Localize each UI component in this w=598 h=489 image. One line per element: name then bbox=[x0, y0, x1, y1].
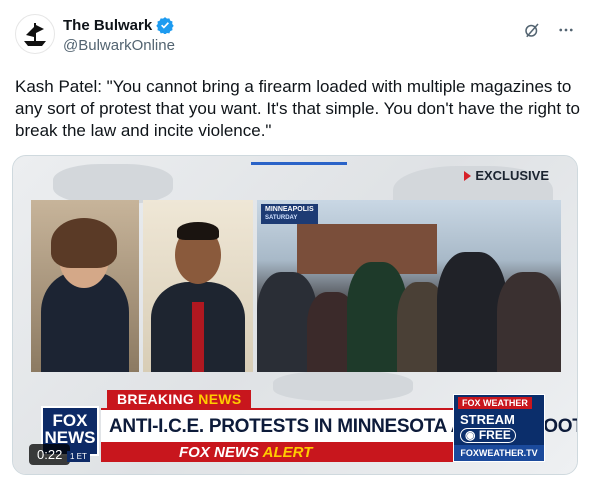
alert-text: FOX NEWS ALERT bbox=[179, 444, 312, 461]
host-hair bbox=[51, 218, 117, 268]
author-block: The Bulwark @BulwarkOnline bbox=[63, 16, 175, 55]
weather-promo: FOX WEATHER STREAM ◉ FREE FOXWEATHER.TV bbox=[453, 394, 545, 462]
accent-line bbox=[251, 162, 347, 165]
author-handle[interactable]: @BulwarkOnline bbox=[63, 37, 175, 54]
author-name[interactable]: The Bulwark bbox=[63, 17, 152, 34]
broadcast-icon: ◉ bbox=[465, 428, 476, 442]
avatar[interactable] bbox=[15, 14, 55, 54]
time-zone-tag: 1 ET bbox=[67, 451, 90, 462]
video-timestamp: 0:22 bbox=[29, 444, 71, 465]
alert-suffix: ALERT bbox=[262, 444, 313, 461]
stream-label: STREAM bbox=[460, 412, 515, 427]
free-badge: ◉ FREE bbox=[460, 428, 516, 443]
video-panel-guest bbox=[143, 200, 253, 372]
guest-hair bbox=[177, 222, 219, 240]
alert-bar: FOX NEWS ALERT bbox=[101, 442, 456, 462]
free-label: FREE bbox=[478, 428, 511, 442]
video-panel-host bbox=[31, 200, 139, 372]
ship-icon bbox=[24, 23, 46, 46]
headline-bar: ANTI-I.C.E. PROTESTS IN MINNESOTA AFTER … bbox=[101, 408, 577, 442]
play-triangle-icon bbox=[464, 170, 472, 181]
tweet-actions bbox=[522, 20, 576, 40]
weather-url: FOXWEATHER.TV bbox=[454, 445, 544, 461]
breaking-prefix: BREAKING bbox=[117, 391, 195, 407]
guest-tie bbox=[192, 302, 204, 372]
breaking-news-tag: BREAKING NEWS bbox=[107, 390, 252, 408]
breaking-suffix: NEWS bbox=[198, 391, 242, 407]
crowd-person bbox=[497, 272, 561, 372]
video-panel-protest: MINNEAPOLIS SATURDAY bbox=[257, 200, 561, 372]
video-player[interactable]: EXCLUSIVE MINNEAPOLIS SATURDAY BREAKING … bbox=[12, 155, 578, 475]
map-shape bbox=[53, 164, 173, 204]
exclusive-text: EXCLUSIVE bbox=[475, 168, 549, 183]
stream-promo: STREAM ◉ FREE bbox=[460, 413, 516, 443]
weather-brand: FOX WEATHER bbox=[458, 397, 532, 409]
day-text: SATURDAY bbox=[265, 215, 298, 221]
alert-prefix: FOX NEWS bbox=[179, 444, 260, 461]
location-tag: MINNEAPOLIS SATURDAY bbox=[261, 204, 318, 224]
map-shape bbox=[273, 371, 413, 401]
grok-icon[interactable] bbox=[522, 20, 542, 40]
tweet-text: Kash Patel: "You cannot bring a firearm … bbox=[15, 77, 580, 140]
more-icon[interactable] bbox=[556, 20, 576, 40]
location-text: MINNEAPOLIS bbox=[265, 206, 314, 213]
verified-badge-icon bbox=[156, 16, 174, 34]
exclusive-label: EXCLUSIVE bbox=[464, 168, 549, 183]
